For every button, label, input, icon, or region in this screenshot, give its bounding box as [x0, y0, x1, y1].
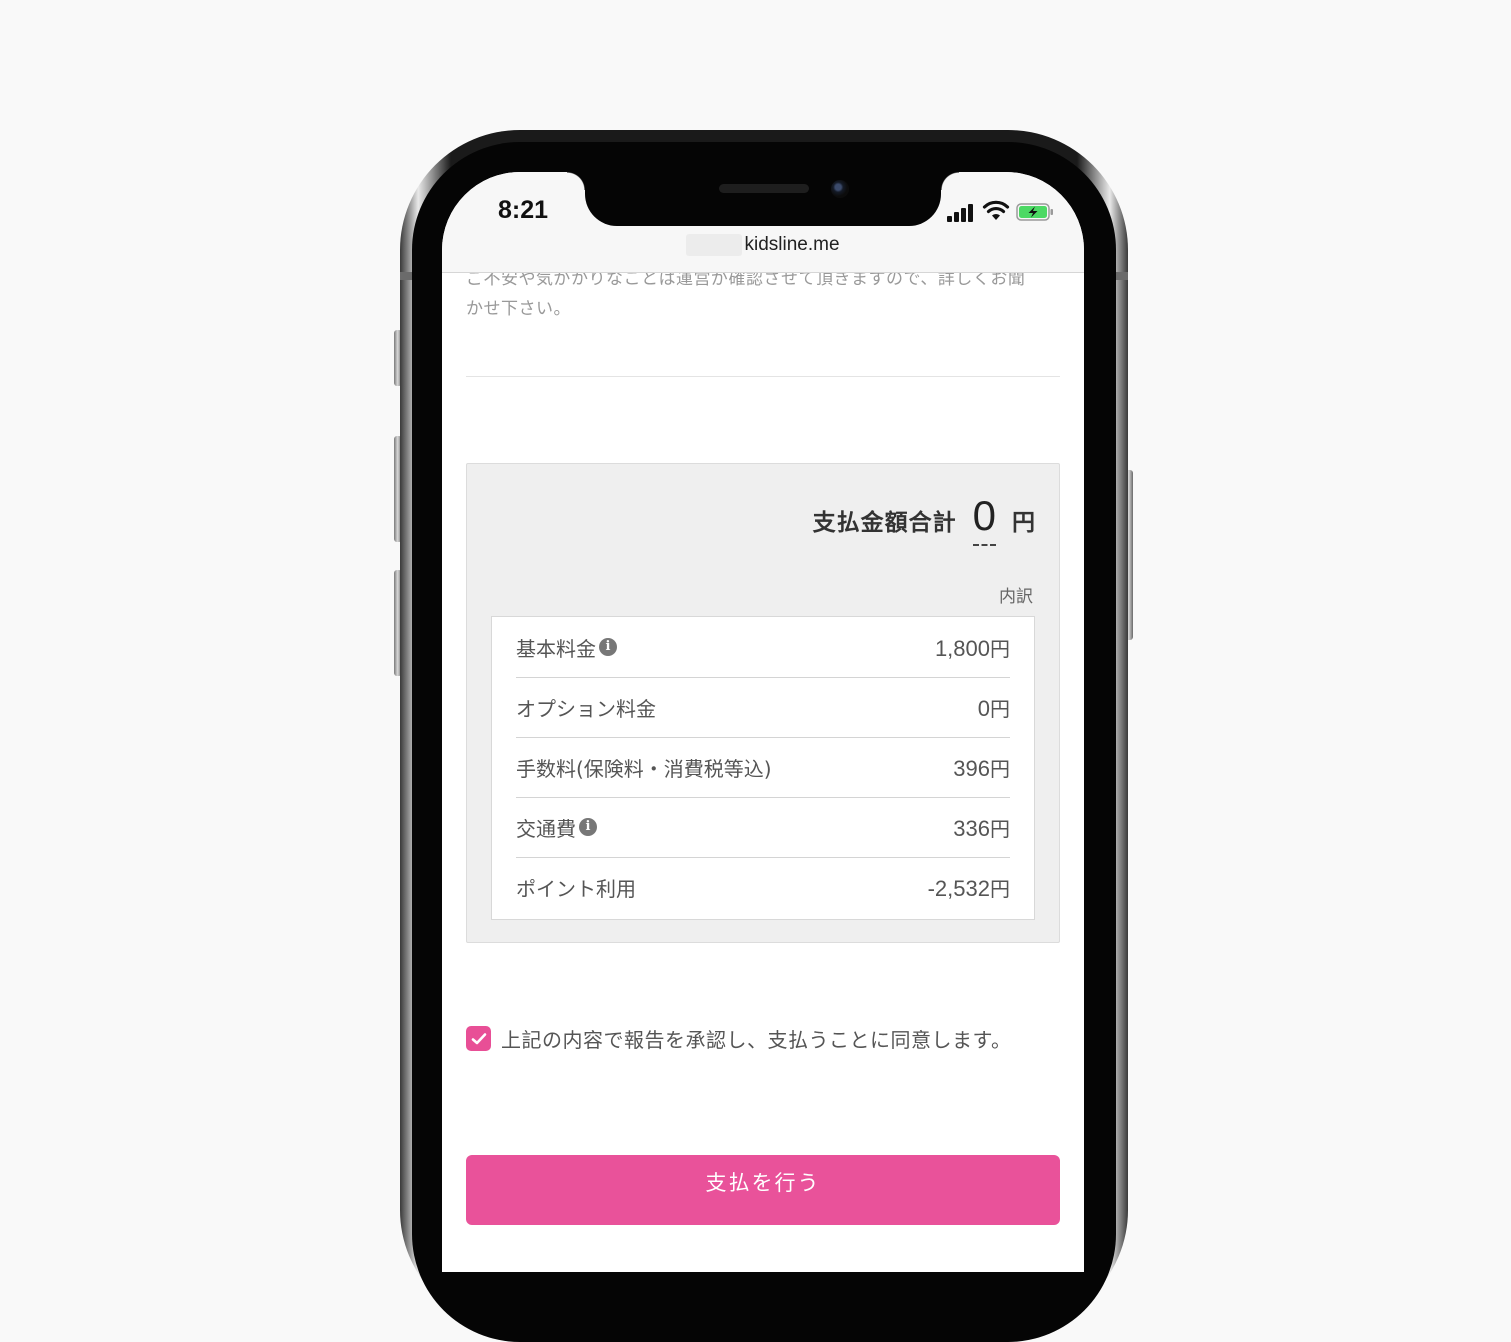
row-transport-fee: 交通費 i 336円 — [516, 797, 1010, 858]
info-icon[interactable]: i — [599, 638, 617, 656]
row-label: ポイント利用 — [516, 876, 636, 901]
row-option-fee: オプション料金 0円 — [516, 677, 1010, 738]
row-label: 交通費 — [516, 816, 576, 841]
row-basic-fee: 基本料金 i 1,800円 — [516, 617, 1010, 678]
row-service-fee: 手数料(保険料・消費税等込) 396円 — [516, 737, 1010, 798]
section-divider — [466, 376, 1060, 377]
battery-charging-icon — [1016, 203, 1053, 221]
status-time: 8:21 — [498, 196, 549, 224]
wifi-icon — [982, 200, 1010, 220]
row-label: 基本料金 — [516, 636, 596, 661]
phone-screen: ご不安や気がかりなことは運営が確認させて頂きますので、詳しくお聞 かせ下さい。 … — [442, 172, 1084, 1272]
total-value: 0 — [972, 492, 997, 546]
address-bar[interactable]: kidsline.me — [442, 234, 1084, 260]
row-label: オプション料金 — [516, 696, 656, 721]
row-label: 手数料(保険料・消費税等込) — [516, 756, 772, 781]
breakdown-label: 内訳 — [999, 587, 1033, 607]
row-value: 336 — [953, 815, 990, 841]
cellular-signal-icon — [947, 202, 977, 222]
earpiece-speaker — [719, 184, 809, 193]
display-notch — [567, 172, 959, 226]
checkmark-icon — [471, 1032, 486, 1044]
antenna-band-right — [1116, 272, 1128, 280]
info-icon[interactable]: i — [579, 818, 597, 836]
url-text: kidsline.me — [744, 234, 840, 255]
payment-summary: 支払金額合計 0 円 内訳 基本料金 i 1,800円 オプション料金 0円 手… — [466, 463, 1060, 943]
agreement-row[interactable]: 上記の内容で報告を承認し、支払うことに同意します。 — [466, 1024, 1012, 1053]
front-camera — [831, 180, 849, 198]
row-value: 1,800 — [934, 635, 990, 661]
breakdown-table: 基本料金 i 1,800円 オプション料金 0円 手数料(保険料・消費税等込) … — [491, 616, 1035, 920]
notice-line-2: かせ下さい。 — [466, 299, 571, 319]
agreement-label: 上記の内容で報告を承認し、支払うことに同意します。 — [501, 1028, 1012, 1052]
row-value: -2,532 — [927, 875, 990, 901]
total-amount-row: 支払金額合計 0 円 — [812, 492, 1035, 546]
row-unit: 円 — [990, 636, 1010, 661]
row-unit: 円 — [990, 876, 1010, 901]
agreement-checkbox[interactable] — [466, 1026, 491, 1051]
notice-text: ご不安や気がかりなことは運営が確認させて頂きますので、詳しくお聞 かせ下さい。 — [466, 264, 1062, 324]
status-bar: 8:21 kidsline.me — [442, 172, 1084, 273]
row-value: 0 — [977, 695, 990, 721]
total-unit: 円 — [1012, 510, 1035, 536]
pay-button[interactable]: 支払を行う — [466, 1155, 1060, 1225]
antenna-band-left — [400, 272, 412, 280]
row-unit: 円 — [990, 696, 1010, 721]
total-label: 支払金額合計 — [812, 510, 957, 536]
url-redacted — [686, 234, 743, 256]
row-points-used: ポイント利用 -2,532円 — [516, 857, 1010, 917]
row-unit: 円 — [990, 816, 1010, 841]
row-value: 396 — [953, 755, 990, 781]
row-unit: 円 — [990, 756, 1010, 781]
